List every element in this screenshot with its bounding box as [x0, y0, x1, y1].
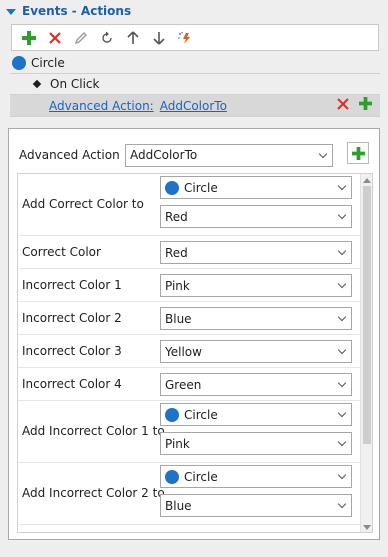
circle-object-icon [12, 56, 26, 70]
tree-object-label: Circle [31, 56, 65, 70]
color-select[interactable]: Yellow [160, 340, 352, 363]
select-value: Circle [184, 407, 218, 422]
color-select[interactable]: Red [160, 241, 352, 264]
parameters-grid: Add Correct Color to Circle Red Correct Col… [17, 173, 373, 533]
reset-action-button[interactable] [94, 27, 120, 49]
object-select[interactable]: Circle [160, 176, 352, 199]
chevron-down-icon [337, 279, 347, 289]
advanced-action-label: Advanced Action [19, 148, 120, 162]
advanced-action-value: AddColorTo [130, 148, 198, 162]
select-value: Circle [184, 180, 218, 195]
tree-event-label: On Click [50, 77, 100, 91]
plus-icon[interactable] [359, 97, 372, 110]
select-value: Red [165, 209, 188, 224]
parameter-label: Incorrect Color 3 [22, 343, 122, 358]
spark-icon [178, 31, 190, 44]
chevron-down-icon [337, 408, 347, 418]
advanced-action-select[interactable]: AddColorTo [125, 143, 333, 167]
delete-action-button[interactable] [42, 27, 68, 49]
action-name-link[interactable]: AddColorTo [160, 99, 227, 113]
move-up-button[interactable] [120, 27, 146, 49]
chevron-down-icon [337, 499, 347, 509]
add-advanced-action-button[interactable] [347, 142, 369, 164]
parameter-row: Add Incorrect Color 1 to Circle Pink [18, 401, 363, 463]
chevron-down-icon [337, 181, 347, 191]
chevron-down-icon [337, 345, 347, 355]
pencil-icon [74, 31, 87, 44]
rotate-icon [102, 31, 112, 43]
vertical-scrollbar[interactable] [360, 174, 372, 532]
diamond-icon [32, 79, 42, 89]
plus-icon [22, 30, 36, 45]
circle-object-icon [165, 407, 179, 422]
parameter-row: Correct Color Red [18, 236, 363, 269]
arrow-up-icon [127, 30, 139, 44]
scroll-down-icon[interactable] [363, 525, 371, 530]
tree-action-row[interactable]: Advanced Action: AddColorTo [10, 95, 380, 117]
color-select[interactable]: Green [160, 373, 352, 396]
parameter-label: Add Incorrect Color 2 to [22, 486, 165, 500]
action-properties-panel: Advanced Action AddColorTo Add Correct C… [8, 128, 380, 540]
edit-action-button[interactable] [68, 27, 94, 49]
color-select[interactable]: Red [160, 205, 352, 228]
parameter-label: Add Correct Color to [22, 197, 144, 211]
select-value: Red [165, 245, 188, 260]
chevron-down-icon [337, 437, 347, 447]
parameter-label: Incorrect Color 2 [22, 310, 122, 325]
chevron-down-icon [337, 312, 347, 322]
parameter-label: Incorrect Color 1 [22, 277, 122, 292]
action-type-link[interactable]: Advanced Action: [49, 99, 154, 113]
collapse-triangle-icon[interactable] [6, 8, 16, 15]
x-icon[interactable] [337, 97, 349, 110]
scroll-up-icon[interactable] [363, 178, 371, 183]
move-down-button[interactable] [146, 27, 172, 49]
parameter-row: Circle [18, 525, 363, 532]
select-value: Yellow [165, 344, 202, 359]
parameter-row: Incorrect Color 4 Green [18, 368, 363, 401]
circle-object-icon [165, 180, 179, 195]
chevron-down-icon [337, 470, 347, 480]
color-select[interactable]: Blue [160, 307, 352, 330]
parameter-row: Incorrect Color 3 Yellow [18, 335, 363, 368]
object-select[interactable]: Circle [160, 403, 352, 426]
tree-object-row[interactable]: Circle [10, 53, 380, 74]
select-value: Blue [165, 498, 192, 513]
color-select[interactable]: Pink [160, 432, 352, 455]
chevron-down-icon [318, 149, 328, 158]
advanced-action-row: Advanced Action AddColorTo [19, 142, 369, 167]
select-value: Pink [165, 436, 190, 451]
color-select[interactable]: Pink [160, 274, 352, 297]
section-title: Events - Actions [22, 4, 132, 18]
color-select[interactable]: Blue [160, 494, 352, 517]
parameter-label: Correct Color [22, 244, 101, 259]
select-value: Circle [184, 469, 218, 484]
chevron-down-icon [337, 378, 347, 388]
plus-icon [351, 146, 365, 160]
actions-toolbar [11, 24, 379, 51]
tree-event-row[interactable]: On Click [10, 74, 380, 95]
chevron-down-icon [337, 210, 347, 220]
parameter-label: Incorrect Color 4 [22, 376, 122, 391]
select-value: Blue [165, 311, 192, 326]
object-select[interactable]: Circle [160, 465, 352, 488]
trigger-action-button[interactable] [172, 27, 198, 49]
circle-object-icon [165, 469, 179, 484]
parameter-row: Incorrect Color 2 Blue [18, 302, 363, 335]
events-actions-header[interactable]: Events - Actions [0, 0, 388, 22]
parameter-row: Add Incorrect Color 2 to Circle Blue [18, 463, 363, 525]
chevron-down-icon [337, 246, 347, 256]
select-value: Green [165, 377, 202, 392]
parameter-row: Incorrect Color 1 Pink [18, 269, 363, 302]
add-action-button[interactable] [16, 27, 42, 49]
event-tree: Circle On Click Advanced Action: AddColo… [10, 53, 380, 117]
scroll-thumb[interactable] [363, 186, 371, 444]
parameter-row: Add Correct Color to Circle Red [18, 174, 363, 236]
parameter-label: Add Incorrect Color 1 to [22, 424, 165, 438]
x-icon [49, 31, 61, 44]
arrow-down-icon [153, 31, 165, 45]
select-value: Pink [165, 278, 190, 293]
